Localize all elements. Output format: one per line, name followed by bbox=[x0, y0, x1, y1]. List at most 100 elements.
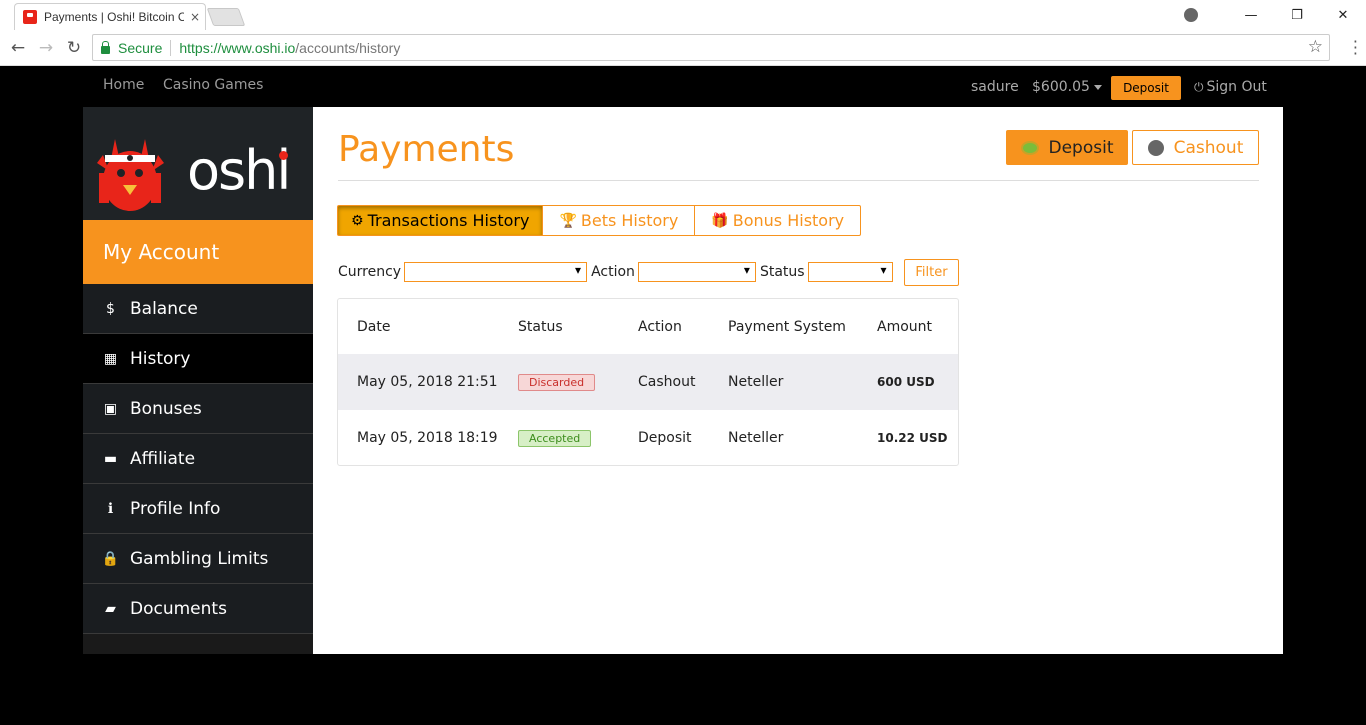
browser-menu-icon[interactable]: · · · bbox=[1353, 34, 1358, 62]
tab-label: Bets History bbox=[580, 211, 679, 230]
column-header-payment-system[interactable]: Payment System bbox=[728, 319, 846, 335]
chevron-down-icon bbox=[1093, 84, 1102, 90]
status-badge: Accepted bbox=[518, 429, 592, 447]
sign-out-label: Sign Out bbox=[1206, 79, 1267, 95]
sidebar-item-label: Profile Info bbox=[130, 498, 221, 519]
sidebar-item-label: Bonuses bbox=[130, 398, 202, 419]
sidebar-item-affiliate[interactable]: ▬ Affiliate bbox=[83, 434, 313, 484]
close-window-button[interactable]: ✕ bbox=[1320, 8, 1366, 23]
address-bar[interactable]: Secure https://www.oshi.io /accounts/his… bbox=[92, 34, 1330, 61]
oshi-mascot-icon bbox=[97, 139, 164, 211]
tab-bonus-history[interactable]: 🎁 Bonus History bbox=[694, 205, 862, 236]
url-path: /accounts/history bbox=[295, 39, 401, 56]
sidebar-item-label: Affiliate bbox=[130, 448, 196, 469]
sidebar-item-bonuses[interactable]: ▣ Bonuses bbox=[83, 384, 313, 434]
currency-select[interactable] bbox=[404, 262, 588, 282]
oshi-logo[interactable]: oshi bbox=[83, 107, 313, 220]
window-controls: — ❐ ✕ bbox=[1184, 0, 1366, 30]
minimize-button[interactable]: — bbox=[1228, 8, 1274, 23]
row-payment-system: Neteller bbox=[728, 374, 784, 390]
balance-dropdown[interactable]: $600.05 bbox=[1032, 79, 1102, 95]
cashout-button-label: Cashout bbox=[1173, 137, 1244, 158]
my-account-header: My Account bbox=[83, 220, 313, 284]
sidebar-item-history[interactable]: ▦ History bbox=[83, 334, 313, 384]
sidebar-item-profile-info[interactable]: ℹ Profile Info bbox=[83, 484, 313, 534]
sidebar-item-label: Documents bbox=[130, 598, 227, 619]
omnibox-divider bbox=[170, 39, 172, 56]
browser-tab-strip: Payments | Oshi! Bitcoin C × — ❐ ✕ bbox=[0, 0, 1366, 30]
row-amount: 600 USD bbox=[877, 375, 935, 389]
browser-toolbar: ← → ↻ Secure https://www.oshi.io /accoun… bbox=[0, 30, 1366, 66]
status-badge-accepted: Accepted bbox=[518, 429, 592, 447]
sidebar-item-label: History bbox=[130, 348, 191, 369]
page-title: Payments bbox=[338, 129, 515, 170]
row-action: Cashout bbox=[638, 374, 696, 390]
header-divider bbox=[338, 180, 1259, 181]
sidebar-item-gambling-limits[interactable]: 🔒 Gambling Limits bbox=[83, 534, 313, 584]
browser-tab-title: Payments | Oshi! Bitcoin C bbox=[44, 10, 184, 24]
briefcase-icon: ▬ bbox=[103, 450, 118, 467]
nav-casino-games-link[interactable]: Casino Games bbox=[163, 77, 263, 93]
cashout-button[interactable]: Cashout bbox=[1132, 130, 1259, 165]
deposit-button[interactable]: Deposit bbox=[1006, 130, 1128, 165]
main-content: Payments Deposit Cashout ⚙ Transactions … bbox=[313, 107, 1283, 654]
url-host: https://www.oshi.io bbox=[179, 39, 296, 56]
secure-label: Secure bbox=[118, 39, 163, 56]
row-payment-system: Neteller bbox=[728, 430, 784, 446]
lock-icon: 🔒 bbox=[101, 550, 120, 567]
back-icon[interactable]: ← bbox=[4, 38, 32, 58]
restore-button[interactable]: ❐ bbox=[1274, 8, 1320, 23]
table-row: May 05, 2018 21:51 Discarded Cashout Net… bbox=[338, 354, 958, 410]
history-tabs: ⚙ Transactions History 🏆 Bets History 🎁 … bbox=[337, 205, 862, 236]
nav-home-link[interactable]: Home bbox=[103, 77, 144, 93]
gift-icon: ▣ bbox=[103, 400, 118, 417]
tab-bets-history[interactable]: 🏆 Bets History bbox=[542, 205, 696, 236]
sidebar-item-balance[interactable]: $ Balance bbox=[83, 284, 313, 334]
action-label: Action bbox=[591, 264, 635, 280]
cashout-coins-icon bbox=[1147, 139, 1164, 156]
oshi-favicon-icon bbox=[23, 10, 37, 24]
sidebar-item-documents[interactable]: ▰ Documents bbox=[83, 584, 313, 634]
tab-transactions-history[interactable]: ⚙ Transactions History bbox=[337, 205, 544, 236]
site-top-nav: Home Casino Games sadure $600.05 Deposit… bbox=[83, 67, 1283, 105]
forward-icon[interactable]: → bbox=[32, 38, 60, 58]
oshi-logo-text: oshi bbox=[187, 139, 291, 202]
deposit-button-label: Deposit bbox=[1048, 137, 1114, 158]
logo-dot bbox=[279, 151, 288, 160]
info-icon: ℹ bbox=[107, 500, 114, 517]
status-select[interactable] bbox=[807, 262, 893, 282]
status-badge: Discarded bbox=[518, 373, 596, 391]
topnav-deposit-button[interactable]: Deposit bbox=[1111, 76, 1181, 100]
deposit-coin-icon bbox=[1020, 140, 1039, 155]
calendar-icon: ▦ bbox=[103, 350, 118, 367]
new-tab-button[interactable] bbox=[206, 8, 246, 26]
tab-label: Bonus History bbox=[732, 211, 845, 230]
browser-tab[interactable]: Payments | Oshi! Bitcoin C × bbox=[14, 3, 206, 30]
reload-icon[interactable]: ↻ bbox=[60, 38, 88, 58]
bookmark-star-icon[interactable]: ☆ bbox=[1308, 37, 1323, 57]
dollar-icon: $ bbox=[106, 300, 115, 317]
gift-icon: 🎁 bbox=[711, 212, 729, 229]
sign-out-link[interactable]: ⏻ Sign Out bbox=[1194, 79, 1267, 95]
column-header-amount[interactable]: Amount bbox=[877, 319, 932, 335]
currency-label: Currency bbox=[338, 264, 402, 280]
row-amount: 10.22 USD bbox=[877, 431, 948, 445]
filter-button[interactable]: Filter bbox=[904, 259, 959, 286]
username: sadure bbox=[971, 79, 1019, 95]
sidebar-item-label: Gambling Limits bbox=[130, 548, 269, 569]
power-icon: ⏻ bbox=[1194, 80, 1204, 94]
table-header-row: Date Status Action Payment System Amount bbox=[338, 299, 958, 354]
trophy-icon: 🏆 bbox=[559, 212, 577, 229]
column-header-status[interactable]: Status bbox=[518, 319, 563, 335]
account-sidebar: oshi My Account $ Balance ▦ History ▣ Bo… bbox=[83, 107, 313, 654]
row-date: May 05, 2018 21:51 bbox=[357, 374, 498, 390]
status-badge-discarded: Discarded bbox=[518, 373, 596, 391]
close-tab-icon[interactable]: × bbox=[190, 10, 200, 24]
column-header-date[interactable]: Date bbox=[357, 319, 390, 335]
filter-bar: Currency Action Status Filter bbox=[338, 259, 959, 286]
tab-label: Transactions History bbox=[367, 211, 530, 230]
action-select[interactable] bbox=[637, 262, 756, 282]
profile-icon[interactable] bbox=[1184, 8, 1198, 22]
balance-amount: $600.05 bbox=[1032, 79, 1090, 95]
column-header-action[interactable]: Action bbox=[638, 319, 682, 335]
